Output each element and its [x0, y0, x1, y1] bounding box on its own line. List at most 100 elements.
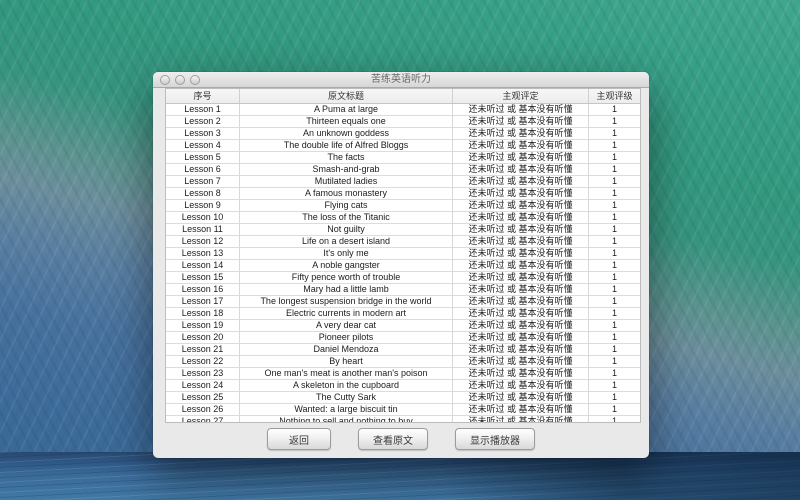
cell-num: Lesson 15 — [166, 272, 240, 283]
cell-rating: 1 — [589, 416, 640, 423]
cell-rating: 1 — [589, 140, 640, 151]
show-player-button[interactable]: 显示播放器 — [455, 428, 535, 450]
cell-assessment: 还未听过 或 基本没有听懂 — [453, 380, 589, 391]
table-row[interactable]: Lesson 8A famous monastery还未听过 或 基本没有听懂1 — [166, 188, 640, 200]
back-button[interactable]: 返回 — [267, 428, 331, 450]
table-row[interactable]: Lesson 1A Puma at large还未听过 或 基本没有听懂1 — [166, 104, 640, 116]
cell-title: A very dear cat — [240, 320, 453, 331]
ocean-wave-band — [0, 452, 800, 500]
lessons-table: 序号 原文标题 主观评定 主观评级 Lesson 1A Puma at larg… — [165, 88, 641, 423]
table-row[interactable]: Lesson 21Daniel Mendoza还未听过 或 基本没有听懂1 — [166, 344, 640, 356]
table-row[interactable]: Lesson 14A noble gangster还未听过 或 基本没有听懂1 — [166, 260, 640, 272]
cell-num: Lesson 22 — [166, 356, 240, 367]
cell-num: Lesson 5 — [166, 152, 240, 163]
cell-assessment: 还未听过 或 基本没有听懂 — [453, 152, 589, 163]
table-row[interactable]: Lesson 13It's only me还未听过 或 基本没有听懂1 — [166, 248, 640, 260]
table-row[interactable]: Lesson 20Pioneer pilots还未听过 或 基本没有听懂1 — [166, 332, 640, 344]
table-row[interactable]: Lesson 18Electric currents in modern art… — [166, 308, 640, 320]
cell-title: Electric currents in modern art — [240, 308, 453, 319]
cell-num: Lesson 10 — [166, 212, 240, 223]
cell-title: Pioneer pilots — [240, 332, 453, 343]
cell-rating: 1 — [589, 104, 640, 115]
cell-assessment: 还未听过 或 基本没有听懂 — [453, 176, 589, 187]
cell-rating: 1 — [589, 296, 640, 307]
cell-rating: 1 — [589, 212, 640, 223]
cell-assessment: 还未听过 或 基本没有听懂 — [453, 236, 589, 247]
cell-assessment: 还未听过 或 基本没有听懂 — [453, 284, 589, 295]
cell-num: Lesson 9 — [166, 200, 240, 211]
cell-assessment: 还未听过 或 基本没有听懂 — [453, 224, 589, 235]
cell-assessment: 还未听过 或 基本没有听懂 — [453, 128, 589, 139]
cell-title: It's only me — [240, 248, 453, 259]
table-row[interactable]: Lesson 11Not guilty还未听过 或 基本没有听懂1 — [166, 224, 640, 236]
cell-assessment: 还未听过 或 基本没有听懂 — [453, 272, 589, 283]
cell-title: Wanted: a large biscuit tin — [240, 404, 453, 415]
cell-num: Lesson 3 — [166, 128, 240, 139]
table-row[interactable]: Lesson 3An unknown goddess还未听过 或 基本没有听懂1 — [166, 128, 640, 140]
cell-assessment: 还未听过 或 基本没有听懂 — [453, 164, 589, 175]
table-row[interactable]: Lesson 17The longest suspension bridge i… — [166, 296, 640, 308]
table-body: Lesson 1A Puma at large还未听过 或 基本没有听懂1Les… — [166, 104, 640, 423]
cell-num: Lesson 21 — [166, 344, 240, 355]
table-row[interactable]: Lesson 2Thirteen equals one还未听过 或 基本没有听懂… — [166, 116, 640, 128]
table-row[interactable]: Lesson 27Nothing to sell and nothing to … — [166, 416, 640, 423]
cell-title: The loss of the Titanic — [240, 212, 453, 223]
cell-rating: 1 — [589, 128, 640, 139]
cell-num: Lesson 24 — [166, 380, 240, 391]
cell-rating: 1 — [589, 332, 640, 343]
cell-title: A noble gangster — [240, 260, 453, 271]
table-row[interactable]: Lesson 10The loss of the Titanic还未听过 或 基… — [166, 212, 640, 224]
cell-rating: 1 — [589, 380, 640, 391]
column-header-rating[interactable]: 主观评级 — [589, 89, 640, 103]
cell-rating: 1 — [589, 368, 640, 379]
cell-title: By heart — [240, 356, 453, 367]
table-row[interactable]: Lesson 12Life on a desert island还未听过 或 基… — [166, 236, 640, 248]
cell-assessment: 还未听过 或 基本没有听懂 — [453, 344, 589, 355]
cell-title: An unknown goddess — [240, 128, 453, 139]
table-row[interactable]: Lesson 9Flying cats还未听过 或 基本没有听懂1 — [166, 200, 640, 212]
cell-rating: 1 — [589, 308, 640, 319]
table-row[interactable]: Lesson 4The double life of Alfred Bloggs… — [166, 140, 640, 152]
cell-assessment: 还未听过 或 基本没有听懂 — [453, 404, 589, 415]
cell-title: Mutilated ladies — [240, 176, 453, 187]
column-header-assessment[interactable]: 主观评定 — [453, 89, 589, 103]
titlebar[interactable]: 苦练英语听力 — [153, 72, 649, 88]
table-row[interactable]: Lesson 19A very dear cat还未听过 或 基本没有听懂1 — [166, 320, 640, 332]
column-header-num[interactable]: 序号 — [166, 89, 240, 103]
cell-rating: 1 — [589, 272, 640, 283]
cell-num: Lesson 23 — [166, 368, 240, 379]
app-window: 苦练英语听力 序号 原文标题 主观评定 主观评级 Lesson 1A Puma … — [153, 72, 649, 458]
cell-num: Lesson 4 — [166, 140, 240, 151]
table-row[interactable]: Lesson 15Fifty pence worth of trouble还未听… — [166, 272, 640, 284]
table-row[interactable]: Lesson 25The Cutty Sark还未听过 或 基本没有听懂1 — [166, 392, 640, 404]
cell-assessment: 还未听过 或 基本没有听懂 — [453, 392, 589, 403]
table-header-row: 序号 原文标题 主观评定 主观评级 — [166, 89, 640, 104]
table-row[interactable]: Lesson 6Smash-and-grab还未听过 或 基本没有听懂1 — [166, 164, 640, 176]
cell-num: Lesson 27 — [166, 416, 240, 423]
table-row[interactable]: Lesson 16Mary had a little lamb还未听过 或 基本… — [166, 284, 640, 296]
cell-rating: 1 — [589, 188, 640, 199]
table-row[interactable]: Lesson 24A skeleton in the cupboard还未听过 … — [166, 380, 640, 392]
cell-assessment: 还未听过 或 基本没有听懂 — [453, 248, 589, 259]
cell-title: One man's meat is another man's poison — [240, 368, 453, 379]
cell-num: Lesson 2 — [166, 116, 240, 127]
cell-title: The facts — [240, 152, 453, 163]
column-header-title[interactable]: 原文标题 — [240, 89, 453, 103]
cell-assessment: 还未听过 或 基本没有听懂 — [453, 116, 589, 127]
table-row[interactable]: Lesson 23One man's meat is another man's… — [166, 368, 640, 380]
table-row[interactable]: Lesson 22By heart还未听过 或 基本没有听懂1 — [166, 356, 640, 368]
cell-rating: 1 — [589, 164, 640, 175]
cell-title: The longest suspension bridge in the wor… — [240, 296, 453, 307]
cell-num: Lesson 16 — [166, 284, 240, 295]
table-row[interactable]: Lesson 5The facts还未听过 或 基本没有听懂1 — [166, 152, 640, 164]
cell-num: Lesson 11 — [166, 224, 240, 235]
cell-num: Lesson 1 — [166, 104, 240, 115]
table-row[interactable]: Lesson 7Mutilated ladies还未听过 或 基本没有听懂1 — [166, 176, 640, 188]
cell-rating: 1 — [589, 392, 640, 403]
cell-title: Thirteen equals one — [240, 116, 453, 127]
cell-num: Lesson 14 — [166, 260, 240, 271]
cell-rating: 1 — [589, 260, 640, 271]
cell-rating: 1 — [589, 320, 640, 331]
table-row[interactable]: Lesson 26Wanted: a large biscuit tin还未听过… — [166, 404, 640, 416]
view-original-text-button[interactable]: 查看原文 — [358, 428, 428, 450]
